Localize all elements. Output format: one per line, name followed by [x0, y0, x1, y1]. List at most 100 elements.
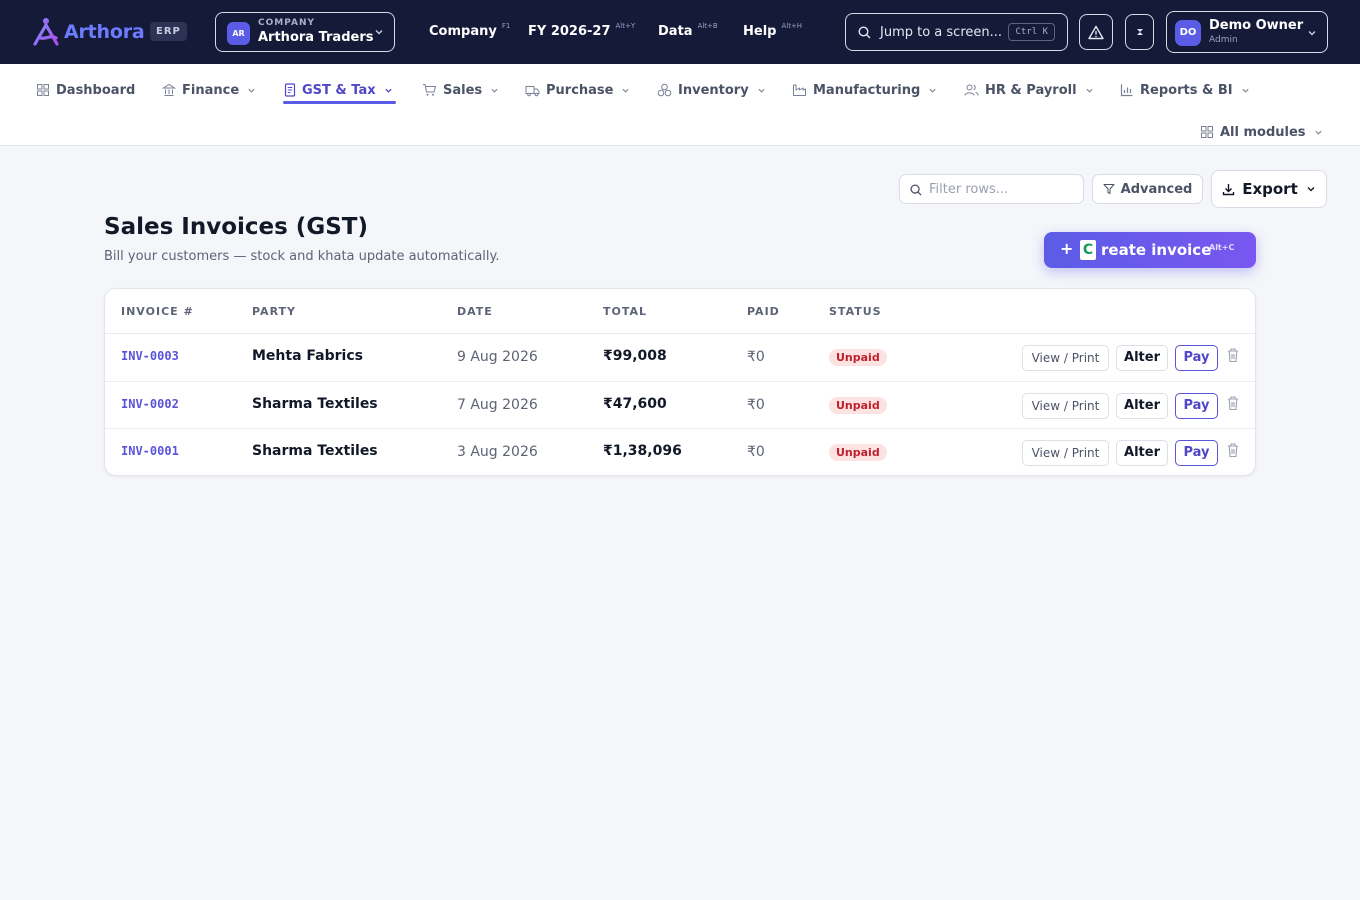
trash-icon[interactable]	[1226, 395, 1240, 411]
plus-icon: +	[1060, 239, 1074, 258]
view-print-button[interactable]: View / Print	[1022, 345, 1109, 371]
column-header-date[interactable]: DATE	[457, 305, 493, 318]
module-all-modules[interactable]: All modules	[1200, 118, 1323, 146]
chevron-down-icon	[1085, 88, 1093, 93]
create-invoice-label: reate invoice	[1101, 241, 1212, 259]
chevron-down-icon	[758, 88, 765, 93]
view-print-button[interactable]: View / Print	[1022, 440, 1109, 466]
export-label: Export	[1242, 180, 1298, 198]
menu-help[interactable]: Help Alt+H	[743, 22, 803, 39]
pay-button[interactable]: Pay	[1175, 345, 1218, 371]
theme-toggle-button[interactable]	[1125, 14, 1154, 50]
module-gst-tax[interactable]: GST & Tax	[284, 76, 393, 104]
invoices-table: INVOICE # PARTY DATE TOTAL PAID STATUS I…	[104, 288, 1256, 476]
module-nav: Dashboard Finance GST & Tax Sales Purcha…	[0, 64, 1360, 146]
advanced-filter-button[interactable]: Advanced	[1092, 174, 1203, 204]
company-switcher[interactable]: AR COMPANY Arthora Traders	[215, 12, 395, 52]
invoice-date: 3 Aug 2026	[457, 444, 538, 460]
column-header-status[interactable]: STATUS	[829, 305, 882, 318]
arthora-logo-icon	[33, 18, 59, 46]
invoice-number-link[interactable]: INV-0002	[121, 397, 179, 411]
module-manufacturing-label: Manufacturing	[813, 82, 921, 98]
pay-button[interactable]: Pay	[1175, 440, 1218, 466]
create-invoice-button[interactable]: + C reate invoice Alt+C	[1044, 232, 1256, 268]
grid-icon	[37, 84, 49, 96]
invoice-number-link[interactable]: INV-0001	[121, 444, 179, 458]
page-subtitle: Bill your customers — stock and khata up…	[104, 249, 500, 264]
bar-chart-icon	[1120, 84, 1133, 97]
factory-icon	[793, 84, 806, 96]
status-badge: Unpaid	[829, 444, 887, 461]
module-hr-payroll[interactable]: HR & Payroll	[964, 76, 1094, 104]
table-row[interactable]: INV-0003 Mehta Fabrics 9 Aug 2026 ₹99,00…	[105, 334, 1255, 381]
module-purchase[interactable]: Purchase	[525, 76, 630, 104]
alter-button[interactable]: Alter	[1116, 440, 1168, 466]
module-purchase-label: Purchase	[546, 82, 614, 98]
table-row[interactable]: INV-0001 Sharma Textiles 3 Aug 2026 ₹1,3…	[105, 428, 1255, 475]
table-row[interactable]: INV-0002 Sharma Textiles 7 Aug 2026 ₹47,…	[105, 381, 1255, 428]
grid-icon	[1201, 126, 1213, 138]
module-dashboard[interactable]: Dashboard	[36, 76, 135, 104]
menu-help-label: Help	[743, 24, 777, 39]
filter-rows-placeholder: Filter rows...	[929, 182, 1009, 197]
invoice-paid: ₹0	[747, 397, 765, 413]
document-icon	[284, 83, 296, 97]
status-badge: Unpaid	[829, 349, 887, 366]
module-finance-label: Finance	[182, 82, 240, 98]
party-name: Sharma Textiles	[252, 396, 378, 412]
chevron-down-icon	[248, 88, 255, 93]
invoice-number-link[interactable]: INV-0003	[121, 349, 179, 363]
user-menu[interactable]: DO Demo Owner Admin	[1166, 11, 1328, 53]
menu-fiscal-year-shortcut: Alt+Y	[615, 22, 636, 30]
invoice-paid: ₹0	[747, 444, 765, 460]
jump-search-placeholder: Jump to a screen...	[880, 25, 1003, 40]
brand-name: Arthora	[64, 21, 145, 43]
column-header-invoice[interactable]: INVOICE #	[121, 305, 194, 318]
column-header-party[interactable]: PARTY	[252, 305, 296, 318]
menu-fiscal-year[interactable]: FY 2026-27 Alt+Y	[528, 22, 636, 39]
alter-button[interactable]: Alter	[1116, 345, 1168, 371]
export-button[interactable]: Export	[1211, 170, 1327, 208]
chevron-down-icon	[1308, 31, 1316, 36]
column-header-total[interactable]: TOTAL	[603, 305, 647, 318]
menu-fiscal-year-label: FY 2026-27	[528, 24, 611, 39]
alter-button[interactable]: Alter	[1116, 393, 1168, 419]
advanced-filter-label: Advanced	[1120, 181, 1193, 197]
module-inventory-label: Inventory	[678, 82, 749, 98]
menu-help-shortcut: Alt+H	[781, 22, 803, 30]
menu-company-label: Company	[429, 24, 497, 39]
brand-logo[interactable]: Arthora	[32, 16, 145, 48]
page-title: Sales Invoices (GST)	[104, 214, 368, 240]
module-sales[interactable]: Sales	[422, 76, 499, 104]
module-reports-bi[interactable]: Reports & BI	[1120, 76, 1250, 104]
alerts-button[interactable]	[1079, 14, 1113, 50]
module-inventory[interactable]: Inventory	[657, 76, 766, 104]
module-sales-label: Sales	[443, 82, 483, 98]
filter-rows-input[interactable]: Filter rows...	[899, 174, 1084, 204]
menu-data[interactable]: Data Alt+B	[658, 22, 718, 39]
module-manufacturing[interactable]: Manufacturing	[792, 76, 937, 104]
view-print-button[interactable]: View / Print	[1022, 393, 1109, 419]
module-dashboard-label: Dashboard	[56, 82, 136, 98]
chevron-down-icon	[384, 88, 392, 93]
menu-data-label: Data	[658, 24, 693, 39]
cart-icon	[423, 84, 436, 96]
chevron-down-icon	[375, 30, 383, 35]
chevron-down-icon	[929, 88, 936, 93]
module-all-modules-label: All modules	[1220, 124, 1306, 140]
chevron-down-icon	[1314, 130, 1322, 135]
invoice-total: ₹47,600	[603, 396, 667, 412]
pay-button[interactable]: Pay	[1175, 393, 1218, 419]
trash-icon[interactable]	[1226, 442, 1240, 458]
module-finance[interactable]: Finance	[162, 76, 256, 104]
invoice-total: ₹99,008	[603, 348, 667, 364]
jump-to-screen-search[interactable]: Jump to a screen... Ctrl K	[845, 13, 1068, 51]
trash-icon[interactable]	[1226, 347, 1240, 363]
download-icon	[1223, 183, 1235, 195]
active-module-indicator	[283, 101, 396, 104]
module-reports-bi-label: Reports & BI	[1140, 82, 1233, 98]
invoice-paid: ₹0	[747, 349, 765, 365]
column-header-paid[interactable]: PAID	[747, 305, 780, 318]
menu-company-shortcut: F1	[501, 22, 511, 30]
menu-company[interactable]: Company F1	[429, 22, 511, 39]
